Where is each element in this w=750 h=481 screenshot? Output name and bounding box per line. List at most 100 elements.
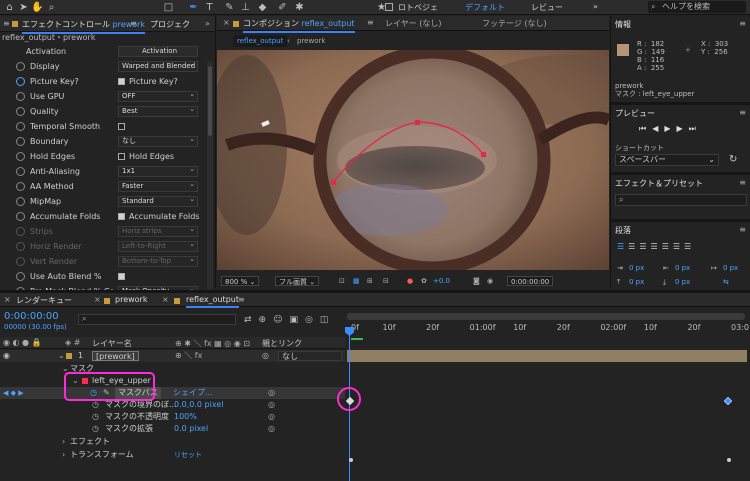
mask-opacity-row[interactable]: ◷ マスクの不透明度 100% ◎ [0, 411, 345, 423]
mask-expansion-value[interactable]: 0.0 pixel [174, 423, 208, 435]
effects-menu-icon[interactable]: ≡ [739, 178, 746, 187]
stopwatch-icon[interactable] [16, 182, 25, 191]
snapshot-icon[interactable]: ◙ [473, 276, 480, 286]
pickwhip-icon[interactable]: ◎ [268, 423, 275, 435]
param-checkbox[interactable] [118, 78, 125, 85]
tab-render-queue[interactable]: レンダーキュー [16, 295, 72, 306]
prev-frame-icon[interactable]: ◀ [652, 124, 664, 133]
last-frame-icon[interactable]: ⏭ [689, 124, 702, 133]
workspace-roto[interactable]: ロトベジェ [398, 2, 438, 13]
stopwatch-icon[interactable]: ◷ [92, 423, 99, 435]
pickwhip-icon[interactable]: ◎ [268, 411, 275, 423]
mask-group-row[interactable]: ⌄ マスク [0, 363, 345, 375]
viewer-timecode[interactable]: 0:00:00:00 [507, 276, 554, 286]
text-direction-icon[interactable]: ⇆ [723, 278, 729, 286]
stopwatch-icon[interactable] [16, 167, 25, 176]
close-icon[interactable]: × [94, 295, 101, 304]
panel-overflow-icon[interactable]: » [205, 19, 210, 28]
close-icon[interactable]: × [223, 18, 230, 27]
tab-prework[interactable]: prework [115, 295, 147, 304]
tab-layer[interactable]: レイヤー (なし) [385, 18, 442, 29]
stopwatch-icon[interactable] [16, 257, 25, 266]
ec-scroll-thumb[interactable] [208, 66, 212, 136]
preview-menu-icon[interactable]: ≡ [739, 108, 746, 117]
workspace-default[interactable]: デフォルト [465, 2, 505, 13]
collapse-arrow-icon[interactable]: › [62, 436, 65, 448]
layer-name[interactable]: [prework] [92, 351, 139, 361]
home-icon[interactable]: ⌂ [3, 1, 16, 14]
mask-expansion-row[interactable]: ◷ マスクの拡張 0.0 pixel ◎ [0, 423, 345, 435]
show-snapshot-icon[interactable]: ◉ [487, 276, 493, 286]
comp-mini-flowchart-icon[interactable]: ⇄ [244, 315, 259, 325]
close-icon[interactable]: × [4, 295, 11, 304]
pen-tool-icon[interactable]: ✒ [187, 1, 200, 14]
space-after-value[interactable]: 0 px [675, 278, 690, 286]
stopwatch-icon[interactable] [16, 197, 25, 206]
tab-project[interactable]: プロジェク [150, 19, 190, 30]
justify-center-icon[interactable]: ☰ [662, 242, 673, 251]
effects-search-input[interactable]: ⌕ [615, 194, 747, 206]
comp-viewer[interactable] [217, 50, 609, 270]
parent-pickwhip-icon[interactable]: ◎ [262, 350, 269, 362]
hand-tool-icon[interactable]: ✋ [31, 1, 44, 14]
param-checkbox[interactable] [118, 213, 125, 220]
mask-visibility-icon[interactable]: ⊞ [367, 276, 373, 286]
indent-left-value[interactable]: 0 px [629, 264, 644, 272]
eraser-tool-icon[interactable]: ◆ [256, 1, 269, 14]
indent-first-value[interactable]: 0 px [723, 264, 738, 272]
param-checkbox[interactable] [118, 123, 125, 130]
shy-icon[interactable]: ☺ [273, 315, 289, 325]
param-dropdown[interactable]: Standard [118, 195, 198, 207]
param-dropdown[interactable]: 1x1 [118, 165, 198, 177]
justify-all-icon[interactable]: ☰ [684, 242, 695, 251]
param-dropdown[interactable]: なし [118, 135, 198, 147]
shortcut-dropdown[interactable]: スペースバー ⌄ [615, 154, 719, 166]
tab-footage[interactable]: フッテージ (なし) [482, 18, 547, 29]
tab-close-icon[interactable]: ≡ [130, 19, 137, 28]
tab-composition[interactable]: コンポジション reflex_output [243, 18, 355, 33]
mask-path-keyframe-end[interactable] [723, 396, 733, 406]
rectangle-tool-icon[interactable]: □ [162, 1, 175, 14]
info-menu-icon[interactable]: ≡ [739, 19, 746, 28]
layer-duration-bar[interactable] [347, 350, 747, 362]
collapse-arrow-icon[interactable]: › [62, 449, 65, 461]
first-frame-icon[interactable]: ⏮ [639, 124, 652, 133]
timeline-timecode[interactable]: 0:00:00:00 [4, 311, 59, 322]
stamp-tool-icon[interactable]: ⊥ [239, 1, 252, 14]
param-dropdown[interactable]: Left-to-Right [118, 240, 198, 252]
workspace-review[interactable]: レビュー [531, 2, 563, 13]
param-checkbox[interactable] [118, 273, 125, 280]
indent-right-value[interactable]: 0 px [675, 264, 690, 272]
header-layer-name[interactable]: レイヤー名 [92, 338, 132, 349]
exposure-value[interactable]: +0.0 [433, 276, 450, 286]
timeline-menu-icon[interactable]: ≡ [238, 295, 245, 304]
align-center-icon[interactable]: ☰ [628, 242, 639, 251]
comp-menu-icon[interactable]: ≡ [367, 18, 374, 27]
header-parent[interactable]: 親とリンク [262, 338, 302, 349]
param-dropdown[interactable]: OFF [118, 90, 198, 102]
expand-arrow-icon[interactable]: ⌄ [58, 350, 65, 362]
activation-button[interactable]: Activation [118, 46, 198, 57]
panel-menu-icon[interactable]: ≡ [3, 19, 10, 28]
time-ruler[interactable]: 0f 10f 20f 01:00f 10f 20f 02:00f 10f 20f 03:0 [345, 313, 750, 337]
timeline-graph-area[interactable]: 0f 10f 20f 01:00f 10f 20f 02:00f 10f 20f 03:0 [337, 313, 750, 481]
stopwatch-icon[interactable] [16, 272, 25, 281]
timeline-search-input[interactable]: ⌕ [78, 314, 236, 325]
paragraph-menu-icon[interactable]: ≡ [739, 225, 746, 234]
color-management-icon[interactable]: ✿ [421, 276, 427, 286]
stopwatch-icon[interactable] [16, 152, 25, 161]
mask-path-row[interactable]: ◀ ◆ ▶ ◷ ✎ マスクパス シェイプ... ◎ [0, 387, 345, 399]
play-icon[interactable]: ▶ [664, 124, 676, 133]
stopwatch-icon[interactable] [16, 107, 25, 116]
mask-feather-value[interactable]: 0.0,0.0 pixel [174, 399, 223, 411]
zoom-tool-icon[interactable]: ⌕ [45, 1, 58, 14]
pickwhip-icon[interactable]: ◎ [268, 399, 275, 411]
stopwatch-icon[interactable]: ◷ [92, 411, 99, 423]
stopwatch-icon[interactable] [16, 77, 25, 86]
next-frame-icon[interactable]: ▶ [677, 124, 689, 133]
param-dropdown[interactable]: Best [118, 105, 198, 117]
tab-effect-controls[interactable]: エフェクトコントロール prework [22, 19, 146, 34]
param-dropdown[interactable]: Bottom-to-Top [118, 255, 198, 267]
roto-brush-icon[interactable]: ✐ [276, 1, 289, 14]
transparency-grid-icon[interactable]: ▦ [353, 276, 360, 286]
